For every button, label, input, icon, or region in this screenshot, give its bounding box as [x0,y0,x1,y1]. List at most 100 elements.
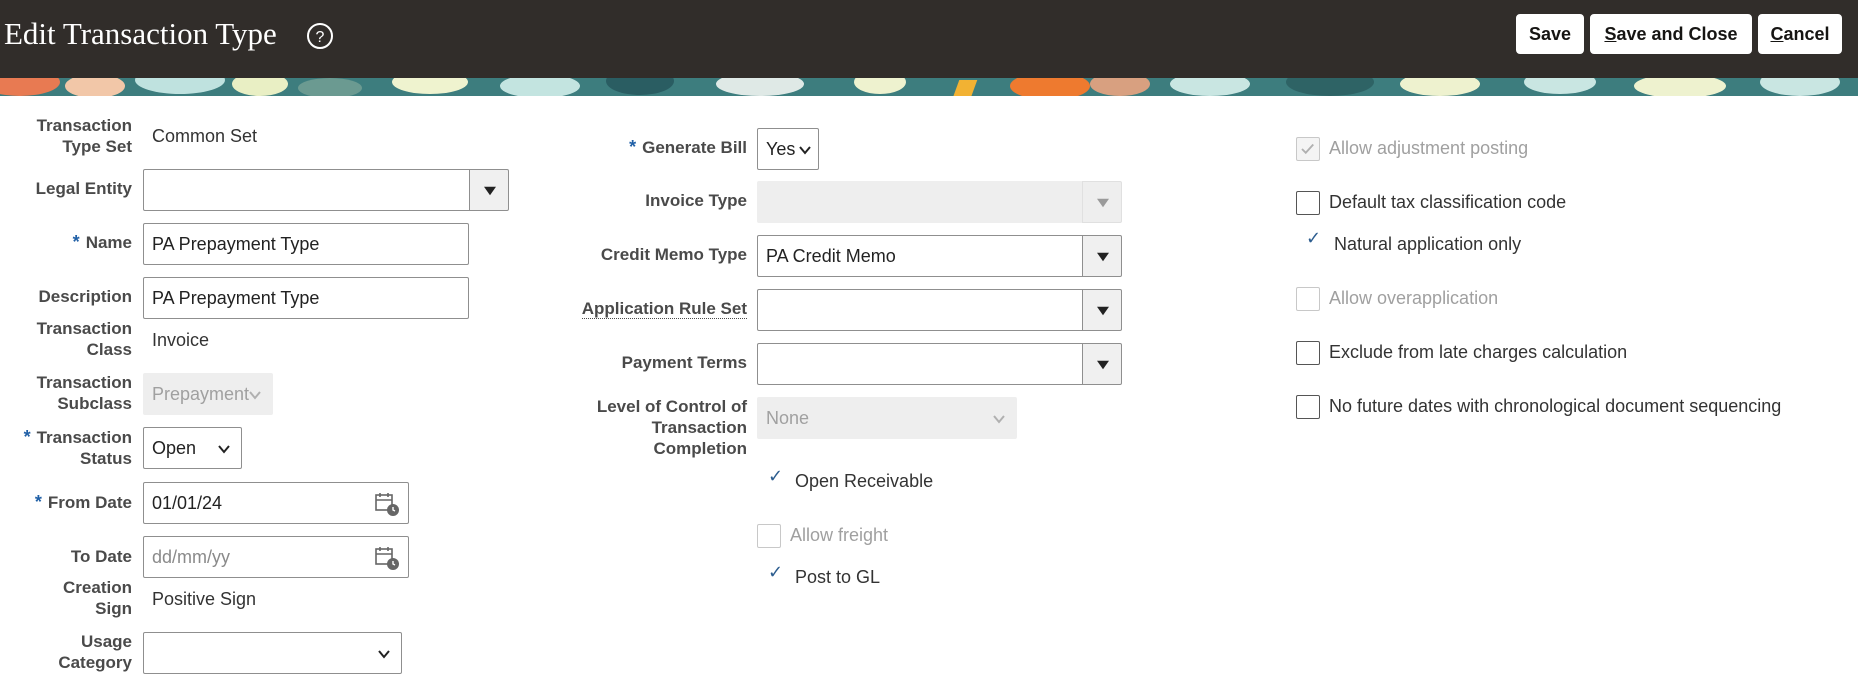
label-line: Transaction [651,418,747,437]
required-marker: * [72,232,80,252]
date-value: 01/01/24 [152,493,223,513]
payment-terms-dropdown-button[interactable] [1082,343,1122,385]
label-text: Name [85,233,132,252]
label-text: From Date [47,493,132,512]
legal-entity-dropdown-button[interactable] [469,169,509,211]
chevron-down-icon [799,146,811,155]
allow-overapplication-label: Allow overapplication [1329,288,1499,308]
label-line: Transaction [36,116,132,135]
application-rule-set-dropdown-button[interactable] [1082,289,1122,331]
allow-adjustment-posting-label: Allow adjustment posting [1329,138,1529,158]
chevron-down-icon [249,391,261,400]
open-receivable-label: Open Receivable [795,471,934,491]
post-to-gl-label: Post to GL [795,567,881,587]
no-future-dates-checkbox[interactable] [1296,395,1320,419]
date-placeholder: dd/mm/yy [152,547,231,567]
select-value: Open [152,438,197,458]
from-date-label: * From Date [0,492,132,513]
allow-freight-label: Allow freight [790,525,889,545]
name-label: * Name [0,232,132,253]
description-input[interactable]: PA Prepayment Type [143,277,469,319]
natural-application-check-icon[interactable]: ✓ [1306,228,1321,249]
check-icon [1301,143,1314,155]
caret-down-icon [1097,360,1109,370]
help-icon[interactable]: ? [306,22,334,50]
save-and-close-button[interactable]: Save and Close [1590,14,1752,54]
save-close-label-rest: ave and Close [1616,24,1738,44]
transaction-type-set-value: Common Set [152,126,258,146]
creation-sign-label: Creation Sign [0,577,132,619]
open-receivable-check-icon[interactable]: ✓ [768,466,783,487]
caret-down-icon [1097,198,1109,208]
cancel-label-rest: ancel [1783,24,1830,44]
label-line: Level of Control of [596,397,747,416]
credit-memo-type-input[interactable]: PA Credit Memo [757,235,1083,277]
transaction-status-label: * Transaction Status [0,427,132,469]
label-line: Category [58,653,132,672]
natural-application-only-label: Natural application only [1334,234,1522,254]
post-to-gl-check-icon[interactable]: ✓ [768,562,783,583]
select-value: Yes [766,139,796,159]
label-text: Transaction [36,428,132,447]
save-close-access-key: S [1604,24,1617,44]
allow-freight-checkbox [757,524,781,548]
default-tax-classification-checkbox[interactable] [1296,191,1320,215]
description-label: Description [38,287,132,306]
decorative-banner [0,78,1858,96]
transaction-class-label: Transaction Class [0,318,132,360]
select-value: Prepayment [152,384,250,404]
default-tax-classification-label: Default tax classification code [1329,192,1567,212]
save-button[interactable]: Save [1516,14,1584,54]
invoice-type-input [757,181,1083,223]
payment-terms-input[interactable] [757,343,1083,385]
chevron-down-icon [993,415,1005,424]
application-rule-set-input[interactable] [757,289,1083,331]
creation-sign-value: Positive Sign [152,589,257,609]
level-of-control-select: None [757,397,1017,439]
from-date-input[interactable]: 01/01/24 [143,482,409,524]
invoice-type-label: Invoice Type [645,191,747,210]
name-input[interactable]: PA Prepayment Type [143,223,469,265]
credit-memo-type-label: Credit Memo Type [600,245,747,264]
no-future-dates-label: No future dates with chronological docum… [1329,396,1782,416]
transaction-class-value: Invoice [152,330,210,350]
label-line: Completion [653,439,748,458]
required-marker: * [23,427,31,447]
calendar-icon[interactable] [374,491,400,517]
payment-terms-label: Payment Terms [621,353,747,372]
required-marker: * [34,492,42,512]
invoice-type-dropdown-button [1082,181,1122,223]
usage-category-label: Usage Category [0,631,132,673]
usage-category-select[interactable] [143,632,402,674]
allow-adjustment-posting-checkbox [1296,137,1320,161]
generate-bill-select[interactable]: Yes [757,128,819,170]
chevron-down-icon [378,650,390,659]
label-line: Status [80,449,132,468]
credit-memo-type-dropdown-button[interactable] [1082,235,1122,277]
label-text: Application Rule Set [581,299,747,319]
label-line: Transaction [36,319,132,338]
select-value: None [766,408,810,428]
page-header: Edit Transaction Type ? Save Save and Cl… [0,0,1858,78]
required-marker: * [629,137,637,157]
label-line: Type Set [62,137,132,156]
label-line: Subclass [57,394,132,413]
caret-down-icon [1097,306,1109,316]
allow-overapplication-checkbox [1296,287,1320,311]
caret-down-icon [1097,252,1109,262]
to-date-label: To Date [70,547,132,566]
label-line: Usage [80,632,132,651]
label-line: Transaction [36,373,132,392]
transaction-subclass-label: Transaction Subclass [0,372,132,414]
exclude-late-charges-checkbox[interactable] [1296,341,1320,365]
legal-entity-input[interactable] [143,169,470,211]
label-line: Class [86,340,132,359]
calendar-icon[interactable] [374,545,400,571]
to-date-input[interactable]: dd/mm/yy [143,536,409,578]
transaction-subclass-select: Prepayment [143,373,273,415]
level-of-control-label: Level of Control of Transaction Completi… [540,396,747,459]
transaction-status-select[interactable]: Open [143,427,242,469]
application-rule-set-label[interactable]: Application Rule Set [540,298,747,319]
transaction-type-set-label: Transaction Type Set [0,115,132,157]
cancel-button[interactable]: Cancel [1758,14,1842,54]
